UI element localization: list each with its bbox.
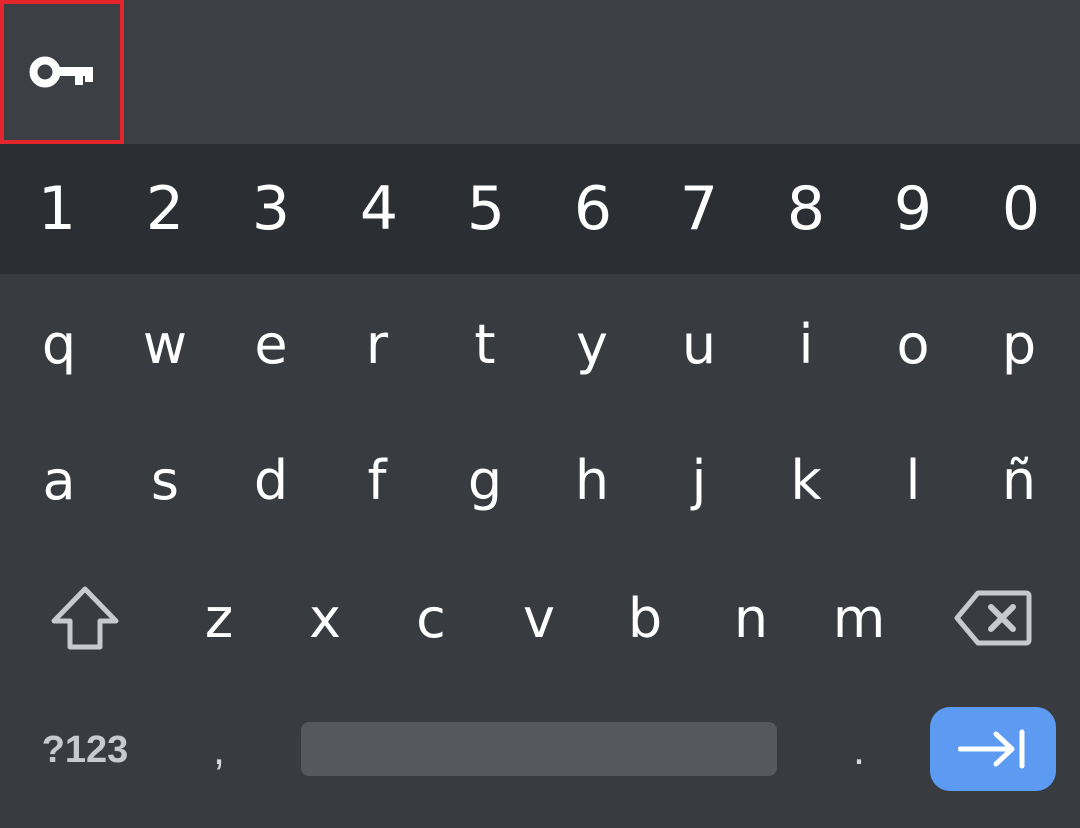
key-n[interactable]: n (698, 548, 804, 688)
shift-arrow-icon (51, 586, 119, 650)
key-7[interactable]: 7 (646, 144, 752, 274)
next-field-key[interactable] (930, 707, 1056, 791)
key-p[interactable]: p (966, 276, 1072, 412)
key-8[interactable]: 8 (753, 144, 859, 274)
period-key[interactable]: . (806, 700, 912, 800)
key-l[interactable]: l (860, 412, 966, 548)
password-key-button[interactable] (0, 0, 124, 144)
key-w[interactable]: w (112, 276, 218, 412)
key-3[interactable]: 3 (218, 144, 324, 274)
key-0[interactable]: 0 (968, 144, 1074, 274)
key-h[interactable]: h (539, 412, 645, 548)
key-5[interactable]: 5 (433, 144, 539, 274)
backspace-icon (954, 590, 1032, 646)
key-e[interactable]: e (218, 276, 324, 412)
symbols-key[interactable]: ?123 (20, 700, 150, 800)
key-v[interactable]: v (486, 548, 592, 688)
key-t[interactable]: t (432, 276, 538, 412)
key-o[interactable]: o (860, 276, 966, 412)
key-j[interactable]: j (646, 412, 752, 548)
key-1[interactable]: 1 (4, 144, 110, 274)
tab-next-icon (958, 729, 1025, 769)
key-f[interactable]: f (324, 412, 430, 548)
key-g[interactable]: g (432, 412, 538, 548)
key-icon (29, 56, 93, 88)
key-m[interactable]: m (806, 548, 912, 688)
suggestion-strip (0, 0, 1080, 144)
key-u[interactable]: u (646, 276, 752, 412)
key-q[interactable]: q (6, 276, 112, 412)
key-s[interactable]: s (112, 412, 218, 548)
space-bar[interactable] (301, 722, 777, 776)
key-r[interactable]: r (324, 276, 430, 412)
key-k[interactable]: k (753, 412, 859, 548)
key-b[interactable]: b (592, 548, 698, 688)
key-d[interactable]: d (218, 412, 324, 548)
comma-key[interactable]: , (166, 700, 272, 800)
backspace-key[interactable] (930, 548, 1056, 688)
key-6[interactable]: 6 (540, 144, 646, 274)
key-z[interactable]: z (166, 548, 272, 688)
key-i[interactable]: i (753, 276, 859, 412)
key-4[interactable]: 4 (326, 144, 432, 274)
key-n-tilde[interactable]: ñ (966, 412, 1072, 548)
key-9[interactable]: 9 (860, 144, 966, 274)
keyboard: 1 2 3 4 5 6 7 8 9 0 q w e r t y u i o p … (0, 0, 1080, 828)
key-y[interactable]: y (539, 276, 645, 412)
key-2[interactable]: 2 (112, 144, 218, 274)
key-x[interactable]: x (272, 548, 378, 688)
key-c[interactable]: c (378, 548, 484, 688)
key-a[interactable]: a (6, 412, 112, 548)
shift-key[interactable] (20, 548, 150, 688)
